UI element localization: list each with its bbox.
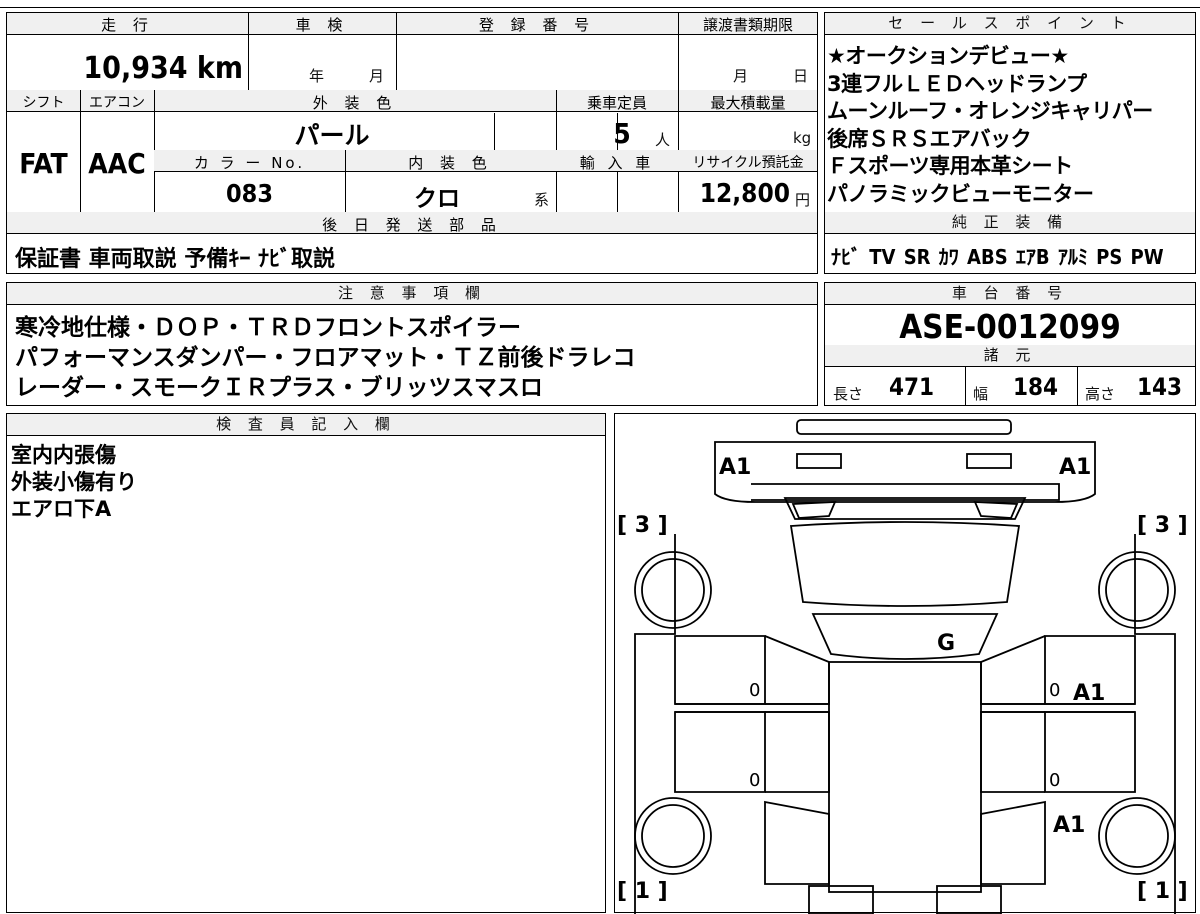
sales-points-box: セ ー ル ス ポ イ ン ト ★オークションデビュー★ 3連フルＬＥＤヘッドラ… [824,12,1196,274]
recycle-fee-unit: 円 [795,191,811,209]
capacity-unit: 人 [655,131,671,149]
equipment-value: ﾅﾋﾞ TV SR ｶﾜ ABS ｴｱB ｱﾙﾐ PS PW [831,245,1164,269]
registration-header: 登 録 番 号 [478,16,596,34]
transfer-deadline-header: 譲渡書類期限 [702,16,793,34]
mileage-value: 10,934 km [83,51,243,86]
damage-diagram-box: A1 A1 [ 3 ] [ 3 ] G A1 A1 [ 1 ] [ 1 ] 0 … [614,413,1196,914]
height-label: 高さ [1085,385,1116,403]
import-header: 輸 入 車 [579,154,655,172]
capacity-value: 5 [613,117,631,150]
later-parts-value: 保証書 車両取説 予備ｷｰ ﾅﾋﾞ取説 [15,247,335,272]
chassis-number: ASE-0012099 [899,307,1121,346]
height-value: 143 [1137,373,1183,401]
notes-header: 注 意 事 項 欄 [7,283,817,305]
aircon-value: AAC [88,147,146,180]
mark-left-rear: [ 1 ] [617,879,668,904]
capacity-header: 乗車定員 [586,94,647,112]
interior-color-value: クロ [414,186,460,212]
recycle-fee-value: 12,800 [699,179,790,209]
exterior-color-value: パール [294,121,370,150]
mark-right-rear: A1 [1053,813,1085,838]
mark-left-front: [ 3 ] [617,513,668,538]
sales-points-header: セ ー ル ス ポ イ ン ト [825,13,1195,35]
notes-box: 注 意 事 項 欄 寒冷地仕様・ＤＯＰ・ＴＲＤフロントスポイラー パフォーマンス… [6,282,818,406]
zero-mark: 0 [1049,680,1060,701]
mark-right-rear-num: [ 1 ] [1137,879,1188,904]
length-label: 長さ [833,385,864,403]
inspection-month-label: 月 [369,67,385,85]
inspection-header: 車 検 [295,16,349,34]
exterior-color-header: 外 装 色 [312,94,398,112]
mark-front-left: A1 [719,455,751,480]
specs-header: 諸 元 [825,345,1195,367]
zero-mark: 0 [749,770,760,791]
color-no-header: カ ラ ー No. [193,154,306,172]
vehicle-info-table: 走 行 車 検 登 録 番 号 譲渡書類期限 10,934 km 年 月 月 日… [6,12,818,274]
notes-text: 寒冷地仕様・ＤＯＰ・ＴＲＤフロントスポイラー パフォーマンスダンパー・フロアマッ… [15,315,636,401]
mark-front-right: A1 [1059,455,1091,480]
aircon-header: エアコン [89,95,145,111]
inspector-box: 検 査 員 記 入 欄 室内内張傷 外装小傷有り エアロ下A [6,413,606,913]
shift-header: シフト [22,95,65,111]
mark-roof: G [937,631,955,656]
zero-mark: 0 [1049,770,1060,791]
mark-right-front: [ 3 ] [1137,513,1188,538]
shift-value: FAT [19,147,68,180]
sales-points-text: ★オークションデビュー★ 3連フルＬＥＤヘッドランプ ムーンルーフ・オレンジキャ… [827,44,1153,206]
transfer-day-label: 日 [793,67,809,85]
mark-right-door: A1 [1073,681,1105,706]
inspector-header: 検 査 員 記 入 欄 [7,414,605,436]
inspector-text: 室内内張傷 外装小傷有り エアロ下A [11,443,137,521]
interior-color-suffix: 系 [534,191,550,209]
zero-mark: 0 [749,680,760,701]
recycle-fee-header: リサイクル預託金 [692,155,804,171]
color-no-value: 083 [226,179,273,208]
max-load-unit: kg [793,129,812,147]
later-parts-header: 後 日 発 送 部 品 [322,216,502,234]
max-load-header: 最大積載量 [710,94,786,112]
equipment-header: 純 正 装 備 [825,212,1195,234]
transfer-month-label: 月 [733,67,749,85]
mileage-header: 走 行 [101,16,154,34]
length-value: 471 [889,373,935,401]
chassis-box: 車 台 番 号 ASE-0012099 諸 元 長さ 471 幅 184 高さ … [824,282,1196,406]
car-diagram: A1 A1 [ 3 ] [ 3 ] G A1 A1 [ 1 ] [ 1 ] 0 … [617,419,1188,914]
inspection-year-label: 年 [309,67,325,85]
width-value: 184 [1013,373,1059,401]
width-label: 幅 [973,385,989,403]
top-clipped-strip [0,0,1200,8]
interior-color-header: 内 装 色 [408,154,493,172]
chassis-header: 車 台 番 号 [825,283,1195,305]
